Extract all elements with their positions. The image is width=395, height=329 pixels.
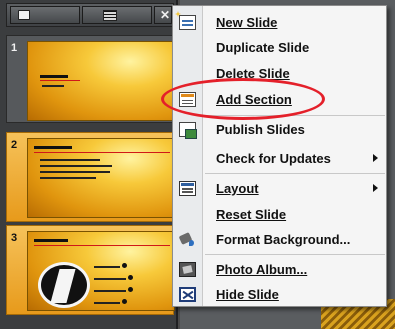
node-dot xyxy=(128,275,133,280)
submenu-arrow-icon xyxy=(373,184,378,192)
menu-item-layout[interactable]: Layout xyxy=(173,177,386,201)
menu-item-add-section[interactable]: Add Section xyxy=(173,88,386,112)
layout-icon xyxy=(179,181,196,196)
slide-title-placeholder xyxy=(34,146,72,149)
bullet-text-line xyxy=(40,165,112,167)
menu-item-label: Format Background... xyxy=(216,232,351,247)
slide-context-menu: New Slide Duplicate Slide Delete Slide A… xyxy=(172,5,387,307)
submenu-arrow-icon xyxy=(373,154,378,162)
divider-line xyxy=(34,245,170,246)
slide-thumbnail-row[interactable]: 2 xyxy=(6,132,175,222)
tab-outline[interactable] xyxy=(82,6,152,24)
slide-number: 2 xyxy=(11,139,18,151)
menu-item-photo-album[interactable]: Photo Album... xyxy=(173,258,386,282)
menu-item-label: Layout xyxy=(216,181,259,196)
hide-slide-icon xyxy=(179,287,196,302)
slide-title-placeholder xyxy=(34,239,68,242)
menu-item-hide-slide[interactable]: Hide Slide xyxy=(173,283,386,307)
bullet-text-line xyxy=(40,159,100,161)
slide-thumbnail-row[interactable]: 1 xyxy=(6,35,175,123)
menu-item-delete-slide[interactable]: Delete Slide xyxy=(173,62,386,86)
slide-number: 1 xyxy=(11,42,18,54)
menu-item-label: Delete Slide xyxy=(216,66,290,81)
panel-close-button[interactable]: ✕ xyxy=(154,6,172,24)
menu-item-new-slide[interactable]: New Slide xyxy=(173,11,386,35)
slide-thumbnail[interactable] xyxy=(27,231,175,311)
divider-line xyxy=(40,80,80,81)
publish-slides-icon xyxy=(179,122,197,139)
node-dot xyxy=(122,299,127,304)
cloud-graphic xyxy=(38,262,90,308)
slide-title-placeholder xyxy=(40,75,68,78)
slide-thumbnail[interactable] xyxy=(27,41,175,121)
menu-item-label: Hide Slide xyxy=(216,287,279,302)
close-icon: ✕ xyxy=(160,8,171,22)
outline-list-icon xyxy=(103,10,117,21)
connector-line xyxy=(94,278,126,280)
slide-thumbnail-icon xyxy=(18,10,30,20)
menu-item-format-background[interactable]: Format Background... xyxy=(173,228,386,252)
tab-slides[interactable] xyxy=(10,6,80,24)
bullet-text-line xyxy=(40,177,96,179)
menu-separator xyxy=(205,173,385,174)
connector-line xyxy=(94,302,120,304)
connector-line xyxy=(94,290,126,292)
menu-item-label: Check for Updates xyxy=(216,151,331,166)
menu-item-reset-slide[interactable]: Reset Slide xyxy=(173,203,386,227)
node-dot xyxy=(128,287,133,292)
bullet-text-line xyxy=(40,171,110,173)
menu-item-label: New Slide xyxy=(216,15,278,30)
divider-line xyxy=(34,152,170,153)
menu-item-label: Duplicate Slide xyxy=(216,40,310,55)
slide-thumbnail[interactable] xyxy=(27,138,175,218)
slides-panel: ✕ 1 2 3 xyxy=(0,0,178,329)
menu-item-label: Reset Slide xyxy=(216,207,287,222)
menu-item-duplicate-slide[interactable]: Duplicate Slide xyxy=(173,36,386,60)
menu-item-label: Add Section xyxy=(216,92,292,107)
slide-number: 3 xyxy=(11,232,18,244)
menu-separator xyxy=(205,254,385,255)
format-background-icon xyxy=(179,232,196,247)
add-section-icon xyxy=(179,92,196,107)
photo-album-icon xyxy=(179,262,196,277)
menu-item-publish-slides[interactable]: Publish Slides xyxy=(173,118,386,142)
menu-item-check-for-updates[interactable]: Check for Updates xyxy=(173,147,386,171)
menu-item-label: Publish Slides xyxy=(216,122,305,137)
new-slide-icon xyxy=(179,15,196,30)
menu-separator xyxy=(205,115,385,116)
slide-thumbnail-row[interactable]: 3 xyxy=(6,225,175,315)
connector-line xyxy=(94,266,120,268)
node-dot xyxy=(122,263,127,268)
panel-tab-strip: ✕ xyxy=(6,3,174,27)
menu-item-label: Photo Album... xyxy=(216,262,308,277)
slide-subtitle-placeholder xyxy=(42,85,64,87)
